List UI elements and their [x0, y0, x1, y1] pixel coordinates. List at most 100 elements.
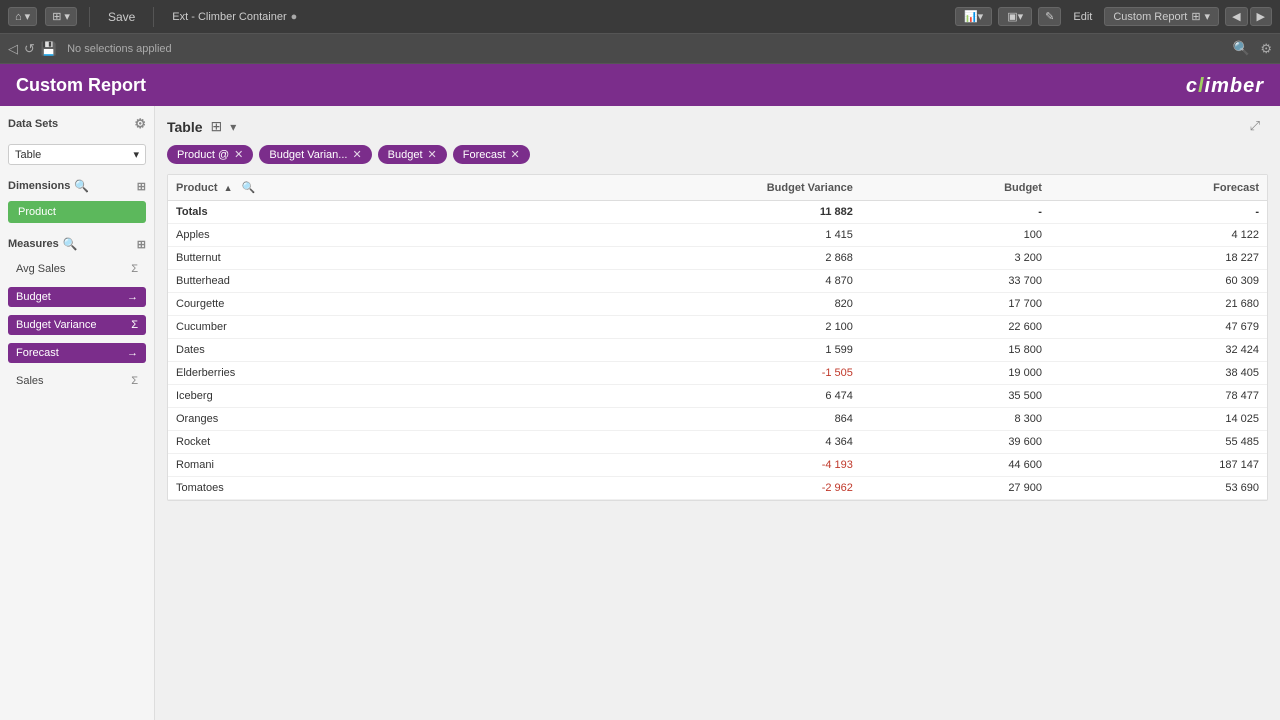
dimensions-expand-icon[interactable]: ⊞ [137, 180, 146, 193]
cell-budget-11: 27 900 [861, 477, 1050, 500]
measures-expand-icon[interactable]: ⊞ [137, 238, 146, 251]
save-icon[interactable]: 💾 [41, 41, 57, 57]
measures-label: Measures [8, 238, 59, 250]
maximize-icon[interactable]: ⤢ [1250, 118, 1260, 134]
layout-button[interactable]: ▣▾ [998, 7, 1032, 26]
filter-tag-budget-variance[interactable]: Budget Varian... ✕ [259, 145, 371, 164]
measure-budget[interactable]: Budget → [8, 287, 146, 307]
dimensions-section: Dimensions 🔍 ⊞ [8, 179, 146, 193]
product-column-search-icon[interactable]: 🔍 [242, 182, 256, 194]
back-icon[interactable]: ◁ [8, 41, 18, 57]
table-grid-icon-button[interactable]: ⊞ [211, 118, 223, 135]
cell-product-2: Butterhead [168, 270, 502, 293]
table-expand-button[interactable]: ▾ [230, 120, 236, 134]
cell-forecast-9: 55 485 [1050, 431, 1267, 454]
chevron-down-icon: ▾ [133, 148, 139, 161]
next-button[interactable]: ▶ [1250, 7, 1272, 26]
prev-button[interactable]: ◀ [1225, 7, 1247, 26]
measure-forecast[interactable]: Forecast → [8, 343, 146, 363]
filter-tag-forecast-close[interactable]: ✕ [511, 148, 520, 161]
separator2 [153, 7, 154, 27]
cell-budget-0: 100 [861, 224, 1050, 247]
measure-forecast-label: Forecast [16, 347, 59, 359]
cell-forecast-4: 47 679 [1050, 316, 1267, 339]
col-header-forecast[interactable]: Forecast [1050, 175, 1267, 201]
totals-forecast: - [1050, 201, 1267, 224]
measure-sales[interactable]: Sales Σ [8, 371, 146, 391]
cell-budget-6: 19 000 [861, 362, 1050, 385]
nav-arrows: ◀ ▶ [1225, 7, 1272, 26]
data-sets-label: Data Sets [8, 118, 58, 130]
table-row: Apples 1 415 100 4 122 [168, 224, 1267, 247]
cell-forecast-0: 4 122 [1050, 224, 1267, 247]
cell-product-1: Butternut [168, 247, 502, 270]
save-button[interactable]: Save [102, 8, 141, 26]
top-toolbar: ⌂ ▾ ⊞ ▾ Save Ext - Climber Container ● 📊… [0, 0, 1280, 34]
header-bar: Custom Report climber [0, 64, 1280, 106]
col-header-budget-variance[interactable]: Budget Variance [502, 175, 861, 201]
custom-report-label: Custom Report [1113, 11, 1187, 23]
table-row-totals: Totals 11 882 - - [168, 201, 1267, 224]
custom-report-button[interactable]: Custom Report ⊞▾ [1104, 7, 1219, 26]
filter-tag-budget-variance-close[interactable]: ✕ [352, 148, 361, 161]
logo-text: climber [1186, 75, 1264, 97]
dimension-product[interactable]: Product [8, 201, 146, 223]
cell-budget-5: 15 800 [861, 339, 1050, 362]
container-label: Ext - Climber Container [172, 11, 286, 23]
cell-product-3: Courgette [168, 293, 502, 316]
col-header-product[interactable]: Product ▲ 🔍 [168, 175, 502, 201]
table-header-row: Table ⊞ ▾ ⤢ [167, 118, 1268, 135]
filter-tag-budget-close[interactable]: ✕ [428, 148, 437, 161]
cell-budget-1: 3 200 [861, 247, 1050, 270]
cell-budget-variance-9: 4 364 [502, 431, 861, 454]
cell-budget-variance-4: 2 100 [502, 316, 861, 339]
search-icon[interactable]: 🔍 [1233, 40, 1250, 57]
page-title: Custom Report [16, 75, 146, 96]
filter-tag-budget[interactable]: Budget ✕ [378, 145, 447, 164]
chart-button[interactable]: 📊▾ [955, 7, 992, 26]
grid-icon: ⊞ [52, 10, 61, 23]
cell-forecast-5: 32 424 [1050, 339, 1267, 362]
sidebar: Data Sets ⚙ Table ▾ Dimensions 🔍 ⊞ Produ… [0, 106, 155, 720]
filter-tag-product[interactable]: Product @ ✕ [167, 145, 253, 164]
dataset-value: Table [15, 149, 41, 161]
edit-button[interactable]: Edit [1067, 9, 1098, 25]
forecast-arrow: → [127, 347, 138, 359]
settings-icon[interactable]: ⚙ [1260, 41, 1272, 57]
table-row: Rocket 4 364 39 600 55 485 [168, 431, 1267, 454]
col-header-budget[interactable]: Budget [861, 175, 1050, 201]
table-row: Dates 1 599 15 800 32 424 [168, 339, 1267, 362]
measure-budget-variance[interactable]: Budget Variance Σ [8, 315, 146, 335]
cell-budget-2: 33 700 [861, 270, 1050, 293]
cell-forecast-1: 18 227 [1050, 247, 1267, 270]
climber-logo: climber [1186, 72, 1264, 98]
cell-budget-variance-2: 4 870 [502, 270, 861, 293]
cell-product-10: Romani [168, 454, 502, 477]
gear-icon[interactable]: ⚙ [134, 116, 146, 132]
totals-budget: - [861, 201, 1050, 224]
cell-forecast-2: 60 309 [1050, 270, 1267, 293]
toolbar-right: 📊▾ ▣▾ ✎ Edit Custom Report ⊞▾ ◀ ▶ [955, 7, 1272, 26]
refresh-icon[interactable]: ↺ [24, 41, 35, 57]
dimensions-search-icon[interactable]: 🔍 [74, 179, 89, 193]
table-row: Butternut 2 868 3 200 18 227 [168, 247, 1267, 270]
dataset-dropdown[interactable]: Table ▾ [8, 144, 146, 165]
home-button[interactable]: ⌂ ▾ [8, 7, 37, 26]
measures-search-icon[interactable]: 🔍 [63, 237, 78, 251]
cell-budget-3: 17 700 [861, 293, 1050, 316]
grid-button[interactable]: ⊞ ▾ [45, 7, 77, 26]
filter-tag-forecast-label: Forecast [463, 149, 506, 161]
filter-tag-budget-label: Budget [388, 149, 423, 161]
cell-product-9: Rocket [168, 431, 502, 454]
container-button[interactable]: Ext - Climber Container ● [166, 9, 303, 25]
dropdown-arrow: ▾ [25, 10, 31, 23]
cell-product-11: Tomatoes [168, 477, 502, 500]
pencil-button[interactable]: ✎ [1038, 7, 1061, 26]
filter-tag-forecast[interactable]: Forecast ✕ [453, 145, 530, 164]
cell-product-6: Elderberries [168, 362, 502, 385]
sales-sum-icon: Σ [131, 375, 138, 387]
no-selections-text: No selections applied [67, 43, 172, 55]
cell-budget-4: 22 600 [861, 316, 1050, 339]
measure-avg-sales[interactable]: Avg Sales Σ [8, 259, 146, 279]
filter-tag-product-close[interactable]: ✕ [234, 148, 243, 161]
